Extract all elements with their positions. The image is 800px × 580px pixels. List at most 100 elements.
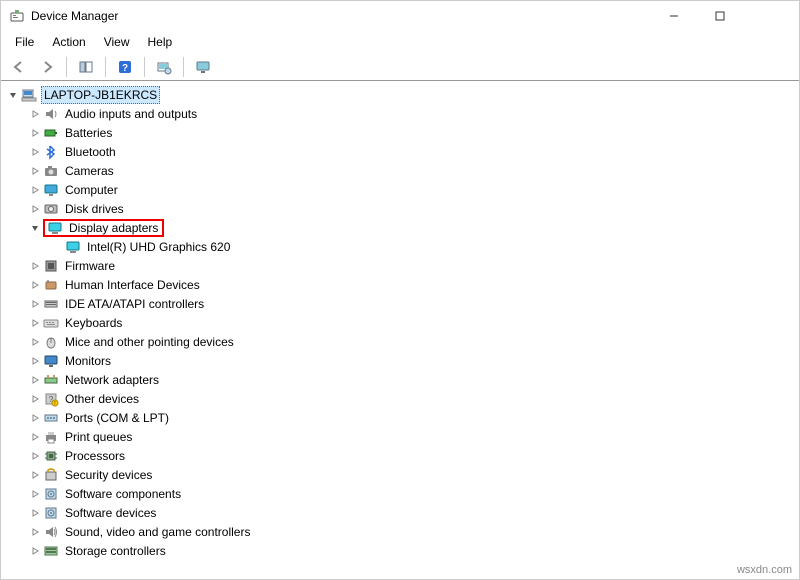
tree-category[interactable]: Software components: [7, 484, 799, 503]
device-tree[interactable]: LAPTOP-JB1EKRCS Audio inputs and outputs B…: [1, 81, 799, 579]
printer-icon: [43, 429, 59, 445]
tree-root[interactable]: LAPTOP-JB1EKRCS: [7, 85, 799, 104]
cpu-icon: [43, 448, 59, 464]
category-label: Storage controllers: [63, 543, 168, 559]
expand-icon[interactable]: [29, 393, 41, 405]
category-label: Processors: [63, 448, 127, 464]
expand-icon[interactable]: [29, 184, 41, 196]
tree-category[interactable]: Monitors: [7, 351, 799, 370]
category-label: Keyboards: [63, 315, 124, 331]
menu-action[interactable]: Action: [44, 33, 93, 51]
security-icon: [43, 467, 59, 483]
sound-icon: [43, 524, 59, 540]
forward-button[interactable]: [35, 56, 59, 78]
expand-icon[interactable]: [29, 507, 41, 519]
expand-icon[interactable]: [29, 431, 41, 443]
tree-category[interactable]: Mice and other pointing devices: [7, 332, 799, 351]
tree-category[interactable]: Cameras: [7, 161, 799, 180]
category-label: Other devices: [63, 391, 141, 407]
svg-text:?: ?: [122, 63, 128, 74]
display-icon: [65, 239, 81, 255]
expand-icon[interactable]: [29, 488, 41, 500]
tree-category[interactable]: Storage controllers: [7, 541, 799, 560]
category-label: Network adapters: [63, 372, 161, 388]
tree-category[interactable]: Display adapters: [7, 218, 799, 237]
category-label: Bluetooth: [63, 144, 118, 160]
expand-icon[interactable]: [29, 127, 41, 139]
menu-view[interactable]: View: [96, 33, 138, 51]
display-icon: [47, 220, 63, 236]
tree-device[interactable]: Intel(R) UHD Graphics 620: [7, 237, 799, 256]
expand-icon[interactable]: [29, 260, 41, 272]
maximize-button[interactable]: [697, 1, 743, 31]
collapse-icon[interactable]: [29, 222, 41, 234]
firmware-icon: [43, 258, 59, 274]
collapse-icon[interactable]: [7, 89, 19, 101]
computer-icon: [43, 182, 59, 198]
tree-category[interactable]: Security devices: [7, 465, 799, 484]
expand-icon[interactable]: [29, 336, 41, 348]
category-label: Ports (COM & LPT): [63, 410, 171, 426]
category-label: Audio inputs and outputs: [63, 106, 199, 122]
software-icon: [43, 505, 59, 521]
expand-icon[interactable]: [29, 165, 41, 177]
tree-category[interactable]: Computer: [7, 180, 799, 199]
category-label: IDE ATA/ATAPI controllers: [63, 296, 206, 312]
app-icon: [9, 8, 25, 24]
device-label: Intel(R) UHD Graphics 620: [85, 239, 232, 255]
tree-category[interactable]: Network adapters: [7, 370, 799, 389]
expand-icon[interactable]: [29, 469, 41, 481]
expand-icon[interactable]: [29, 298, 41, 310]
help-button[interactable]: ?: [113, 56, 137, 78]
tree-category[interactable]: Sound, video and game controllers: [7, 522, 799, 541]
tree-category[interactable]: Processors: [7, 446, 799, 465]
expand-icon[interactable]: [29, 526, 41, 538]
menu-file[interactable]: File: [7, 33, 42, 51]
tree-category[interactable]: Batteries: [7, 123, 799, 142]
back-button[interactable]: [7, 56, 31, 78]
tree-category[interactable]: Audio inputs and outputs: [7, 104, 799, 123]
monitor-button[interactable]: [191, 56, 215, 78]
tree-category[interactable]: ?!Other devices: [7, 389, 799, 408]
tree-category[interactable]: Human Interface Devices: [7, 275, 799, 294]
category-label: Batteries: [63, 125, 114, 141]
expand-icon[interactable]: [29, 450, 41, 462]
category-label: Sound, video and game controllers: [63, 524, 252, 540]
menu-help[interactable]: Help: [140, 33, 181, 51]
tree-category[interactable]: Bluetooth: [7, 142, 799, 161]
tree-category[interactable]: IDE ATA/ATAPI controllers: [7, 294, 799, 313]
svg-text:!: !: [54, 401, 55, 407]
expand-icon[interactable]: [29, 412, 41, 424]
expand-icon[interactable]: [29, 108, 41, 120]
root-label: LAPTOP-JB1EKRCS: [41, 86, 160, 104]
expand-icon[interactable]: [29, 146, 41, 158]
minimize-button[interactable]: [651, 1, 697, 31]
tree-category[interactable]: Print queues: [7, 427, 799, 446]
category-label: Mice and other pointing devices: [63, 334, 236, 350]
port-icon: [43, 410, 59, 426]
menubar: File Action View Help: [1, 31, 799, 53]
tree-category[interactable]: Firmware: [7, 256, 799, 275]
watermark: wsxdn.com: [737, 564, 792, 576]
ide-icon: [43, 296, 59, 312]
expand-icon[interactable]: [29, 545, 41, 557]
category-label: Disk drives: [63, 201, 126, 217]
keyboard-icon: [43, 315, 59, 331]
category-label: Cameras: [63, 163, 116, 179]
category-label: Display adapters: [67, 220, 160, 236]
category-label: Monitors: [63, 353, 113, 369]
expand-icon[interactable]: [29, 374, 41, 386]
expand-icon[interactable]: [29, 317, 41, 329]
expand-icon[interactable]: [29, 279, 41, 291]
expand-icon[interactable]: [29, 203, 41, 215]
show-hide-tree-button[interactable]: [74, 56, 98, 78]
tree-category[interactable]: Software devices: [7, 503, 799, 522]
category-label: Computer: [63, 182, 120, 198]
scan-hardware-button[interactable]: [152, 56, 176, 78]
tree-category[interactable]: Keyboards: [7, 313, 799, 332]
tree-category[interactable]: Ports (COM & LPT): [7, 408, 799, 427]
camera-icon: [43, 163, 59, 179]
expand-icon[interactable]: [29, 355, 41, 367]
tree-category[interactable]: Disk drives: [7, 199, 799, 218]
close-button[interactable]: [743, 1, 799, 31]
